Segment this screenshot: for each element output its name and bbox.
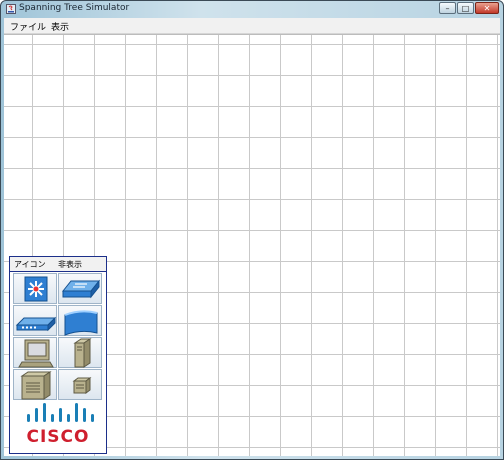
menu-file[interactable]: ファイル: [10, 20, 46, 33]
device-palette: アイコン 非表示 CISCO: [9, 256, 107, 454]
pc-icon[interactable]: [13, 337, 57, 368]
menu-bar: ファイル 表示: [4, 18, 500, 34]
title-bar[interactable]: Spanning Tree Simulator – □ ✕: [1, 1, 503, 17]
window-title: Spanning Tree Simulator: [19, 3, 130, 13]
cisco-logo-text: CISCO: [26, 427, 90, 447]
multilayer-switch-icon[interactable]: [13, 273, 57, 304]
cisco-bridge-icon: [27, 403, 94, 422]
palette-menu-hide[interactable]: 非表示: [58, 259, 82, 270]
palette-menu-bar: アイコン 非表示: [10, 257, 106, 272]
cisco-logo: CISCO: [13, 400, 103, 450]
app-window: Spanning Tree Simulator – □ ✕ ファイル 表示 アイ…: [0, 0, 504, 460]
maximize-button[interactable]: □: [457, 2, 474, 14]
minimize-button[interactable]: –: [439, 2, 456, 14]
workgroup-switch-icon[interactable]: [58, 273, 102, 304]
router-icon[interactable]: [58, 305, 102, 336]
palette-menu-icon[interactable]: アイコン: [14, 259, 46, 270]
menu-view[interactable]: 表示: [51, 20, 69, 33]
small-server-icon[interactable]: [58, 369, 102, 400]
java-app-icon: [6, 4, 16, 14]
close-button[interactable]: ✕: [475, 2, 499, 14]
mainframe-icon[interactable]: [13, 369, 57, 400]
server-icon[interactable]: [58, 337, 102, 368]
hub-icon[interactable]: [13, 305, 57, 336]
